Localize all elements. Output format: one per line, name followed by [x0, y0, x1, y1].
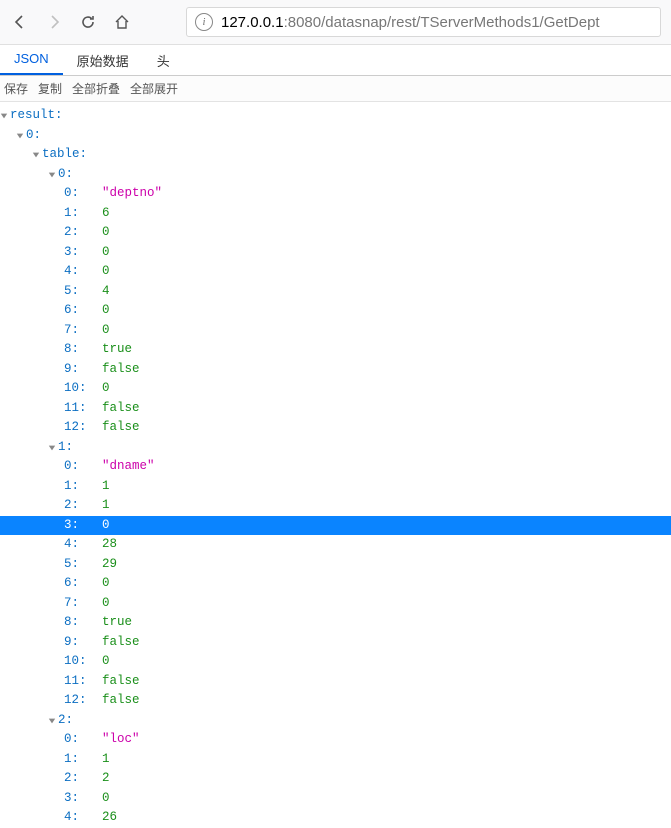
table-cell[interactable]: 2:2	[0, 769, 671, 789]
twister-icon[interactable]	[0, 112, 6, 118]
table-cell[interactable]: 10:0	[0, 652, 671, 672]
table-cell[interactable]: 1:1	[0, 750, 671, 770]
twister-icon[interactable]	[48, 444, 54, 450]
node-result[interactable]: result:	[0, 106, 671, 126]
url-text: 127.0.0.1:8080/datasnap/rest/TServerMeth…	[221, 14, 600, 31]
back-button[interactable]	[10, 12, 30, 32]
table-row-header[interactable]: 0:	[0, 165, 671, 185]
table-cell[interactable]: 8:true	[0, 613, 671, 633]
table-cell[interactable]: 5:29	[0, 555, 671, 575]
table-cell[interactable]: 12:false	[0, 691, 671, 711]
table-cell[interactable]: 2:1	[0, 496, 671, 516]
forward-button[interactable]	[44, 12, 64, 32]
info-icon[interactable]: i	[195, 13, 213, 31]
table-row-header[interactable]: 1:	[0, 438, 671, 458]
table-cell[interactable]: 3:0	[0, 243, 671, 263]
table-cell[interactable]: 0:"dname"	[0, 457, 671, 477]
table-cell[interactable]: 0:"loc"	[0, 730, 671, 750]
copy-button[interactable]: 复制	[38, 80, 62, 97]
json-tree[interactable]: result:0:table:0: 0:"deptno" 1:6 2:0 3:0…	[0, 102, 671, 828]
table-cell[interactable]: 3:0	[0, 516, 671, 536]
toolbar: 保存 复制 全部折叠 全部展开	[0, 76, 671, 102]
table-cell[interactable]: 7:0	[0, 321, 671, 341]
collapse-all-button[interactable]: 全部折叠	[72, 80, 120, 97]
twister-icon[interactable]	[32, 151, 38, 157]
tab-json[interactable]: JSON	[0, 45, 63, 75]
table-cell[interactable]: 6:0	[0, 574, 671, 594]
twister-icon[interactable]	[48, 171, 54, 177]
table-cell[interactable]: 1:1	[0, 477, 671, 497]
url-bar[interactable]: i 127.0.0.1:8080/datasnap/rest/TServerMe…	[186, 7, 661, 37]
table-cell[interactable]: 1:6	[0, 204, 671, 224]
table-cell[interactable]: 11:false	[0, 672, 671, 692]
node-table[interactable]: table:	[0, 145, 671, 165]
expand-all-button[interactable]: 全部展开	[130, 80, 178, 97]
tab-raw[interactable]: 原始数据	[63, 45, 143, 75]
table-cell[interactable]: 4:28	[0, 535, 671, 555]
table-cell[interactable]: 12:false	[0, 418, 671, 438]
tab-headers[interactable]: 头	[143, 45, 184, 75]
twister-icon[interactable]	[16, 132, 22, 138]
viewer-tabs: JSON 原始数据 头	[0, 45, 671, 76]
reload-button[interactable]	[78, 12, 98, 32]
twister-icon[interactable]	[48, 717, 54, 723]
table-cell[interactable]: 4:0	[0, 262, 671, 282]
table-cell[interactable]: 4:26	[0, 808, 671, 828]
table-cell[interactable]: 11:false	[0, 399, 671, 419]
table-cell[interactable]: 5:4	[0, 282, 671, 302]
table-cell[interactable]: 9:false	[0, 360, 671, 380]
home-button[interactable]	[112, 12, 132, 32]
table-cell[interactable]: 0:"deptno"	[0, 184, 671, 204]
table-cell[interactable]: 10:0	[0, 379, 671, 399]
table-cell[interactable]: 9:false	[0, 633, 671, 653]
table-cell[interactable]: 8:true	[0, 340, 671, 360]
table-cell[interactable]: 6:0	[0, 301, 671, 321]
table-cell[interactable]: 7:0	[0, 594, 671, 614]
table-cell[interactable]: 2:0	[0, 223, 671, 243]
node-0[interactable]: 0:	[0, 126, 671, 146]
table-cell[interactable]: 3:0	[0, 789, 671, 809]
table-row-header[interactable]: 2:	[0, 711, 671, 731]
save-button[interactable]: 保存	[4, 80, 28, 97]
